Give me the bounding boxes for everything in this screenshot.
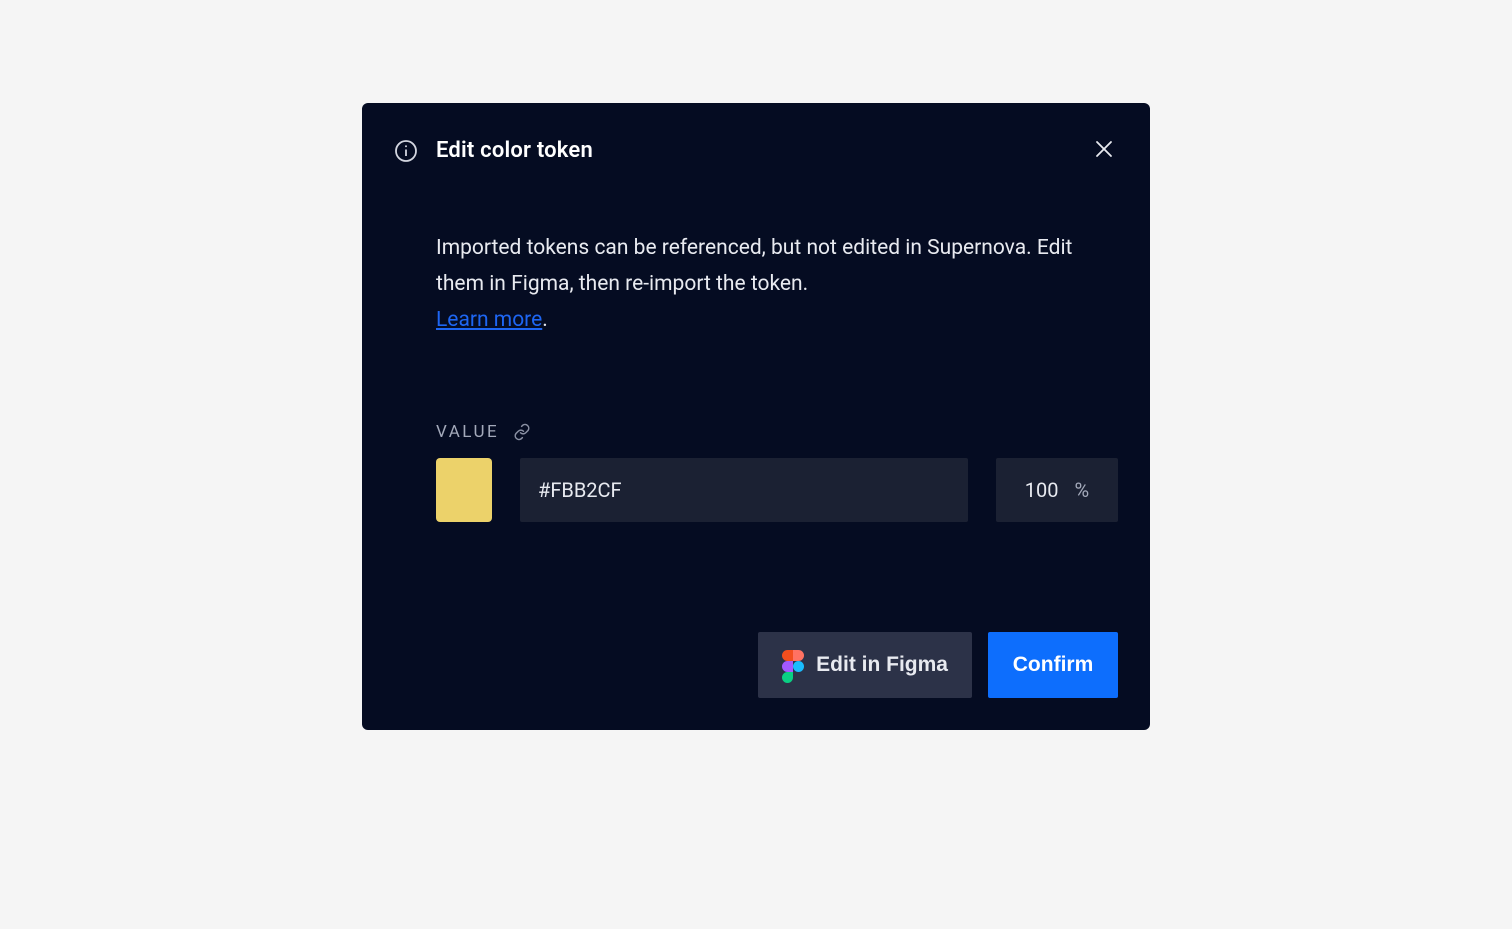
opacity-unit: % [1075, 478, 1090, 502]
dialog-footer: Edit in Figma Confirm [394, 632, 1118, 698]
dialog-header: Edit color token [394, 131, 1118, 166]
dialog-body: Imported tokens can be referenced, but n… [394, 230, 1118, 522]
opacity-input[interactable]: 100 % [996, 458, 1118, 522]
close-button[interactable] [1090, 135, 1118, 166]
figma-icon [782, 650, 804, 680]
value-label: VALUE [436, 422, 499, 442]
value-input-row: #FBB2CF 100 % [436, 458, 1118, 522]
header-left: Edit color token [394, 138, 593, 163]
close-icon [1094, 139, 1114, 162]
info-icon [394, 139, 418, 163]
edit-in-figma-button[interactable]: Edit in Figma [758, 632, 972, 698]
dialog-description: Imported tokens can be referenced, but n… [436, 230, 1118, 338]
learn-more-link[interactable]: Learn more [436, 308, 542, 332]
edit-color-token-dialog: Edit color token Imported tokens can be … [362, 103, 1150, 730]
dialog-title: Edit color token [436, 138, 593, 163]
hex-input[interactable]: #FBB2CF [520, 458, 968, 522]
color-swatch[interactable] [436, 458, 492, 522]
edit-in-figma-label: Edit in Figma [816, 653, 948, 677]
confirm-button[interactable]: Confirm [988, 632, 1118, 698]
hex-value: #FBB2CF [538, 478, 622, 502]
opacity-value: 100 [1025, 478, 1059, 502]
link-icon[interactable] [513, 423, 531, 441]
description-text: Imported tokens can be referenced, but n… [436, 236, 1072, 296]
confirm-label: Confirm [1013, 653, 1094, 677]
value-label-row: VALUE [436, 422, 1118, 442]
